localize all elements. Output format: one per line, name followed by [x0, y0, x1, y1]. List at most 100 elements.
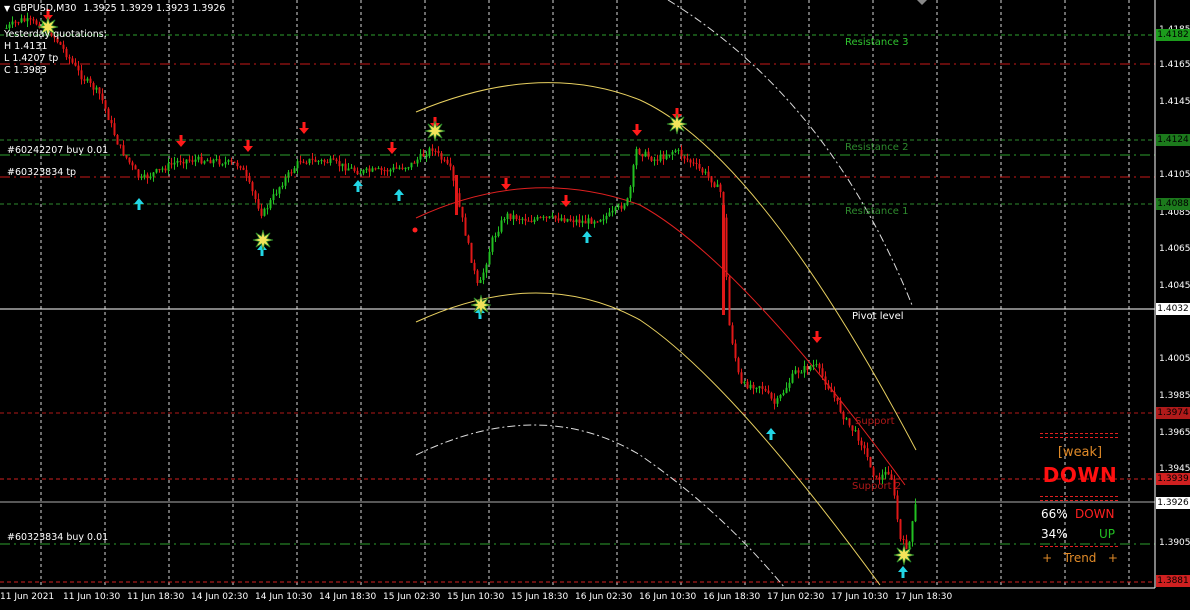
candle-body [92, 83, 95, 90]
candle-body [419, 153, 422, 160]
star-signal-icon [424, 120, 446, 142]
candle-body [551, 215, 554, 217]
yesterday-high: H 1.4131 [4, 41, 48, 52]
candle-body [776, 398, 779, 404]
price-tick: 1.4105 [1159, 170, 1190, 180]
candle-body [317, 160, 320, 162]
candle-body [809, 366, 812, 371]
candle-body [443, 159, 446, 161]
candle-body [239, 166, 242, 168]
candle-body [290, 172, 293, 174]
candle-body [347, 168, 350, 171]
candle-body [26, 18, 29, 22]
candle-body [611, 210, 614, 213]
arrow-up-icon [582, 231, 592, 243]
candle-body [857, 430, 860, 441]
order-buy-label[interactable]: #60323834 buy 0.01 [7, 532, 108, 543]
yesterday-close: C 1.3983 [4, 65, 47, 76]
candle-body [728, 276, 731, 326]
candle-body [692, 162, 695, 164]
candle-body [878, 477, 881, 480]
candle-body [887, 471, 890, 475]
time-tick: 17 Jun 10:30 [831, 592, 889, 602]
candle-body [161, 168, 164, 170]
candle-body [767, 390, 770, 393]
pivot-label: Pivot level [852, 311, 904, 322]
arrow-down-icon [243, 140, 253, 152]
candle-body [605, 215, 608, 220]
candle-body [545, 216, 548, 218]
candle-body [488, 251, 491, 265]
candle-body [746, 381, 749, 389]
arrow-up-icon [134, 198, 144, 210]
candle-body [107, 108, 110, 120]
arrow-up-icon [766, 428, 776, 440]
resistance-3-label: Resistance 3 [845, 37, 909, 48]
arrow-down-icon [812, 331, 822, 343]
candle-body [356, 170, 359, 175]
candle-body [650, 156, 653, 161]
candle-body [698, 163, 701, 169]
candle-body [101, 93, 104, 101]
candle-body [563, 218, 566, 222]
order-buy-label[interactable]: #60242207 buy 0.01 [7, 145, 108, 156]
candle-body [881, 474, 884, 480]
resistance-3-price-tag: 1.4182 [1156, 29, 1190, 41]
candle-body [386, 170, 389, 172]
trend-strength: [weak] [1057, 445, 1103, 460]
candle-body [281, 185, 284, 188]
candle-body [236, 162, 239, 167]
candle-body [260, 208, 263, 216]
channel-upper-curve [415, 82, 917, 451]
candle-body [542, 216, 545, 218]
resistance-1-price-tag: 1.4088 [1156, 198, 1190, 210]
candle-body [323, 160, 326, 163]
time-tick: 14 Jun 02:30 [191, 592, 249, 602]
regression-start-dot [412, 227, 418, 233]
candle-body [734, 343, 737, 359]
candle-body [554, 215, 557, 219]
candle-body [479, 280, 482, 283]
time-tick: 14 Jun 10:30 [255, 592, 313, 602]
candle-body [578, 219, 581, 223]
candle-body [725, 217, 728, 277]
candle-body [272, 194, 275, 201]
candle-body [557, 218, 560, 221]
candle-body [908, 541, 911, 549]
arrow-down-icon [176, 135, 186, 147]
chart-shift-marker[interactable] [917, 0, 927, 5]
bottom-price-tag: 1.3881 [1156, 575, 1190, 587]
order-tp-label[interactable]: #60323834 tp [7, 167, 76, 178]
candle-body [821, 368, 824, 377]
candle-body [14, 21, 17, 23]
candle-body [245, 169, 248, 177]
candle-body [374, 168, 377, 170]
candle-body [173, 162, 176, 165]
candle-body [695, 162, 698, 164]
candle-body [473, 262, 476, 271]
candle-body [863, 445, 866, 449]
candle-body [140, 176, 143, 178]
resistance-2-label: Resistance 2 [845, 142, 909, 153]
candle-body [365, 168, 368, 171]
candle-body [413, 162, 416, 164]
arrow-down-icon [561, 195, 571, 207]
dropdown-triangle-icon[interactable]: ▼ [4, 4, 10, 13]
candle-body [662, 154, 665, 160]
horizontal-levels [0, 34, 1155, 583]
candle-body [362, 170, 365, 174]
channel-curves [412, 0, 917, 589]
candle-body [332, 158, 335, 160]
support-1-price-tag: 1.3974 [1156, 407, 1190, 419]
candle-body [761, 386, 764, 389]
candle-body [17, 22, 20, 24]
candle-body [737, 358, 740, 373]
symbol-label: GBPUSD,M30 [13, 3, 77, 14]
time-tick: 16 Jun 02:30 [575, 592, 633, 602]
candle-body [710, 176, 713, 183]
candle-body [482, 272, 485, 281]
panel-divider [1040, 433, 1118, 438]
price-chart[interactable] [0, 0, 1190, 610]
ohlc-values: 1.3925 1.3929 1.3923 1.3926 [83, 3, 226, 14]
candle-body [380, 168, 383, 170]
